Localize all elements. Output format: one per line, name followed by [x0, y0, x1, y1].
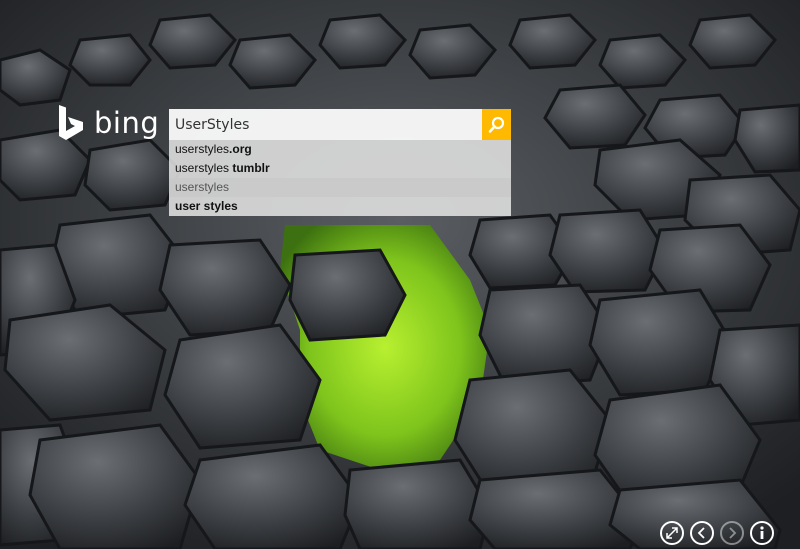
- search-container: userstyles.org userstyles tumblr usersty…: [169, 109, 511, 216]
- expand-icon: [666, 527, 678, 539]
- suggestion-prefix: userstyles: [175, 161, 233, 175]
- info-icon: [760, 526, 764, 539]
- bing-logo[interactable]: bing: [56, 104, 159, 142]
- bing-logo-icon: [59, 105, 83, 140]
- suggestion-prefix: userstyles: [175, 180, 230, 194]
- previous-image-button[interactable]: [690, 521, 714, 545]
- suggestion-item[interactable]: user styles: [169, 197, 511, 216]
- next-icon: [729, 527, 737, 539]
- search-bar: [169, 109, 511, 140]
- suggestion-bold: user styles: [175, 199, 238, 213]
- suggestion-item[interactable]: userstyles tumblr: [169, 159, 511, 178]
- suggestion-bold: .org: [229, 142, 252, 156]
- image-controls: [660, 521, 774, 545]
- search-input[interactable]: [169, 109, 482, 140]
- suggestion-bold: tumblr: [232, 161, 270, 175]
- search-icon: [488, 116, 504, 133]
- background-image: [0, 0, 800, 549]
- next-image-button[interactable]: [720, 521, 744, 545]
- suggestion-list: userstyles.org userstyles tumblr usersty…: [169, 140, 511, 216]
- suggestion-item[interactable]: userstyles.org: [169, 140, 511, 159]
- bing-logo-text: bing: [94, 106, 160, 140]
- suggestion-item-selected[interactable]: userstyles: [169, 178, 511, 197]
- search-button[interactable]: [482, 109, 511, 140]
- previous-icon: [697, 527, 705, 539]
- info-button[interactable]: [750, 521, 774, 545]
- expand-button[interactable]: [660, 521, 684, 545]
- suggestion-prefix: userstyles: [175, 142, 230, 156]
